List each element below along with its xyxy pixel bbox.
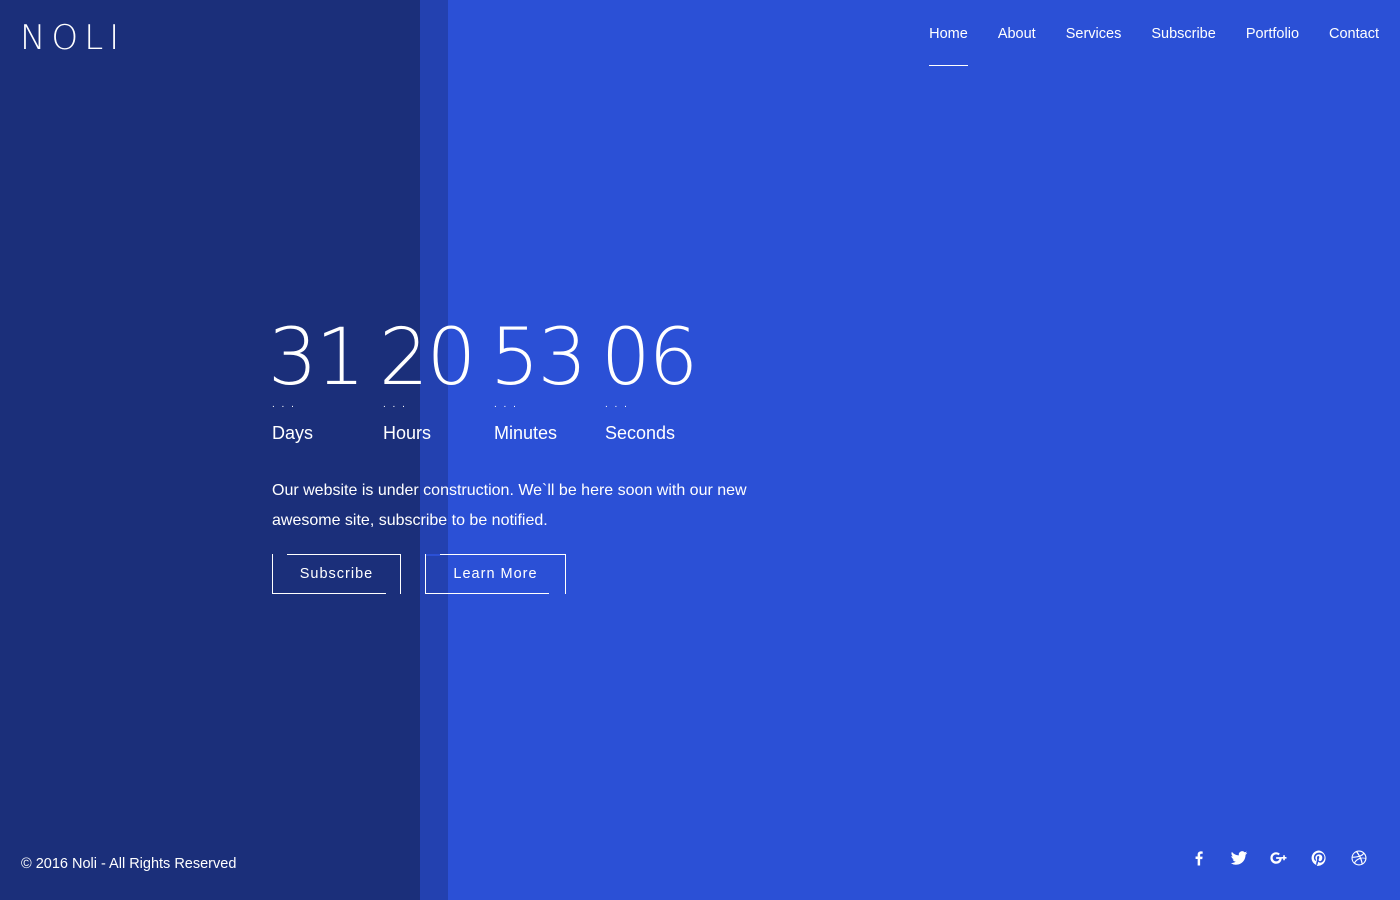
- subscribe-button[interactable]: Subscribe: [272, 553, 401, 595]
- seconds-dots: . . .: [605, 402, 629, 410]
- days-label: Days: [272, 423, 314, 443]
- social-links: [1189, 848, 1369, 868]
- minutes-value: 53: [490, 313, 587, 403]
- dribbble-icon[interactable]: [1349, 848, 1369, 868]
- nav-item-home[interactable]: Home: [929, 26, 968, 66]
- minutes-dots: . . .: [494, 402, 518, 410]
- countdown-seconds: 06 . . . Seconds: [601, 316, 712, 444]
- countdown-hours: 20 . . . Hours: [379, 316, 490, 444]
- hours-dots: . . .: [383, 402, 407, 410]
- days-value: 31: [268, 313, 365, 403]
- days-dots: . . .: [272, 402, 296, 410]
- copyright-text: © 2016 Noli - All Rights Reserved: [21, 856, 237, 872]
- seconds-label: Seconds: [605, 423, 676, 443]
- left-dark-panel: [0, 0, 420, 900]
- hours-value: 20: [379, 313, 476, 403]
- nav-item-contact[interactable]: Contact: [1329, 26, 1379, 66]
- pinterest-icon[interactable]: [1309, 848, 1329, 868]
- countdown-timer: 31 . . . Days 20 . . . Hours 53 . . . Mi…: [268, 316, 712, 444]
- nav-item-services[interactable]: Services: [1066, 26, 1122, 66]
- nav-item-portfolio[interactable]: Portfolio: [1246, 26, 1299, 66]
- seconds-value: 06: [601, 313, 698, 403]
- main-nav: Home About Services Subscribe Portfolio …: [899, 26, 1379, 66]
- nav-item-about[interactable]: About: [998, 26, 1036, 66]
- twitter-icon[interactable]: [1229, 848, 1249, 868]
- countdown-minutes: 53 . . . Minutes: [490, 316, 601, 444]
- facebook-icon[interactable]: [1189, 848, 1209, 868]
- hours-label: Hours: [383, 423, 432, 443]
- google-plus-icon[interactable]: [1269, 848, 1289, 868]
- learn-more-button[interactable]: Learn More: [425, 553, 566, 595]
- panel-divider-strip: [420, 0, 448, 900]
- site-logo[interactable]: NOLI: [20, 21, 125, 55]
- countdown-days: 31 . . . Days: [268, 316, 379, 444]
- construction-message: Our website is under construction. We`ll…: [272, 482, 747, 529]
- subscribe-button-label: Subscribe: [299, 566, 374, 582]
- nav-item-subscribe[interactable]: Subscribe: [1151, 26, 1215, 66]
- minutes-label: Minutes: [494, 423, 558, 443]
- learn-more-button-label: Learn More: [453, 566, 538, 582]
